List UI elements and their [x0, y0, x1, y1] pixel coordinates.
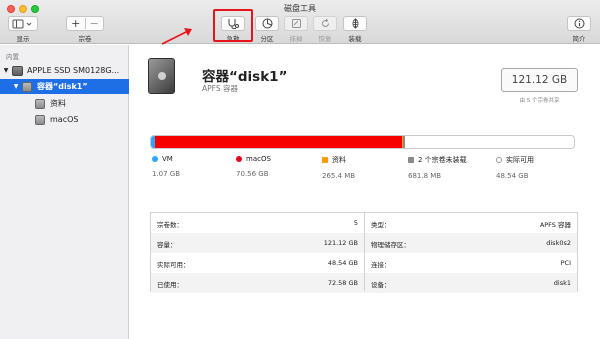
legend-size: 681.8 MB [408, 172, 442, 180]
legend-name: VM [162, 155, 173, 163]
window-title: 磁盘工具 [284, 4, 316, 13]
view-button[interactable] [8, 16, 38, 31]
annotation-arrow-icon [161, 28, 192, 45]
legend-name: 2 个宗卷未装载 [418, 156, 467, 164]
minus-icon[interactable]: − [85, 17, 103, 30]
erase-icon [291, 19, 301, 28]
legend-item-macos: macOS 70.56 GB [236, 155, 271, 178]
info-value: disk0s2 [546, 239, 571, 247]
legend-name: 资料 [332, 156, 346, 164]
view-label: 显示 [16, 35, 30, 43]
capacity-box: 121.12 GB [501, 68, 578, 92]
info-label: 实际可用： [157, 261, 190, 269]
legend-swatch [236, 156, 242, 162]
volume-button-group: + − [66, 16, 104, 31]
legend-size: 48.54 GB [496, 172, 529, 180]
legend-size: 70.56 GB [236, 170, 269, 178]
info-label: 已使用： [157, 281, 183, 289]
sidebar: 内置 ▼ APPLE SSD SM0128G... ▼ 容器“disk1” 资料… [0, 45, 129, 339]
mount-icon [352, 18, 358, 29]
container-icon [22, 81, 32, 92]
sidebar-item-label: APPLE SSD SM0128G... [27, 66, 120, 75]
sidebar-item-label: macOS [50, 115, 79, 124]
sidebar-item-ssd[interactable]: ▼ APPLE SSD SM0128G... [0, 63, 129, 78]
restore-label: 恢复 [318, 35, 332, 43]
info-value: PCI [560, 259, 571, 267]
info-button[interactable] [567, 16, 591, 31]
disclosure-triangle-icon[interactable]: ▼ [12, 83, 20, 90]
drive-icon [12, 65, 23, 76]
info-label: 容量： [157, 241, 177, 249]
first-aid-highlight-box [213, 9, 253, 42]
info-table: 宗卷数： 5 类型： APFS 容器 容量： 121.12 GB 物理储存区： … [150, 212, 578, 293]
info-value: 5 [353, 219, 358, 227]
sidebar-toggle-icon [12, 19, 32, 28]
container-disk-icon [148, 58, 175, 94]
info-label: 类型： [371, 221, 391, 229]
volume-icon [35, 98, 45, 109]
pie-icon [262, 18, 272, 29]
capacity-note: 由 5 个宗卷共享 [519, 98, 560, 104]
legend-swatch [408, 157, 414, 163]
disk-subtitle: APFS 容器 [202, 84, 238, 93]
toolbar: 磁盘工具 显示 + − 宗卷 急救 分区 抹掉 恢复 装载 简介 [0, 0, 600, 44]
page-title: 容器“disk1” [202, 69, 288, 85]
partition-button[interactable] [255, 16, 279, 31]
volume-label: 宗卷 [78, 35, 92, 43]
sidebar-item-label: 资料 [50, 99, 66, 108]
info-label: 物理储存区： [371, 241, 410, 249]
sidebar-section-internal: 内置 [6, 53, 19, 61]
info-value: 121.12 GB [323, 239, 358, 247]
info-value: 72.58 GB [327, 279, 358, 287]
info-label: 连接： [371, 261, 391, 269]
info-label: 简介 [572, 35, 586, 43]
erase-label: 抹掉 [289, 35, 303, 43]
legend-name: 实际可用 [506, 156, 534, 164]
partition-label: 分区 [260, 35, 274, 43]
info-label: 设备： [371, 281, 391, 289]
erase-button[interactable] [284, 16, 308, 31]
info-label: 宗卷数： [157, 221, 183, 229]
info-value: 48.54 GB [327, 259, 358, 267]
legend-item-available: 实际可用 48.54 GB [496, 155, 534, 180]
restore-button[interactable] [313, 16, 337, 31]
legend-swatch [152, 156, 158, 162]
legend-item-unmounted: 2 个宗卷未装载 681.8 MB [408, 155, 467, 180]
table-divider [364, 213, 365, 291]
sidebar-item-label: 容器“disk1” [37, 82, 88, 91]
legend-name: macOS [246, 155, 271, 163]
mount-button[interactable] [343, 16, 367, 31]
info-value: disk1 [553, 279, 571, 287]
legend-item-vm: VM 1.07 GB [152, 155, 180, 178]
restore-icon [321, 18, 329, 27]
info-value: APFS 容器 [539, 221, 571, 229]
sidebar-item-macos[interactable]: macOS [0, 112, 129, 127]
sidebar-item-container-disk1[interactable]: ▼ 容器“disk1” [0, 79, 129, 94]
plus-icon[interactable]: + [67, 17, 85, 30]
legend-swatch [496, 157, 502, 163]
legend-item-data: 资料 265.4 MB [322, 155, 355, 180]
disclosure-triangle-icon[interactable]: ▼ [2, 67, 10, 74]
usage-segment-unmounted [403, 136, 405, 148]
legend-size: 1.07 GB [152, 170, 181, 178]
sidebar-item-data[interactable]: 资料 [0, 96, 129, 111]
volume-icon [35, 114, 45, 125]
usage-segment-macos [155, 136, 402, 148]
main-panel: 容器“disk1” APFS 容器 121.12 GB 由 5 个宗卷共享 VM… [130, 45, 600, 339]
legend-size: 265.4 MB [322, 172, 356, 180]
usage-bar [150, 135, 575, 149]
info-icon [574, 18, 584, 29]
legend-swatch [322, 157, 328, 163]
mount-label: 装载 [348, 35, 362, 43]
